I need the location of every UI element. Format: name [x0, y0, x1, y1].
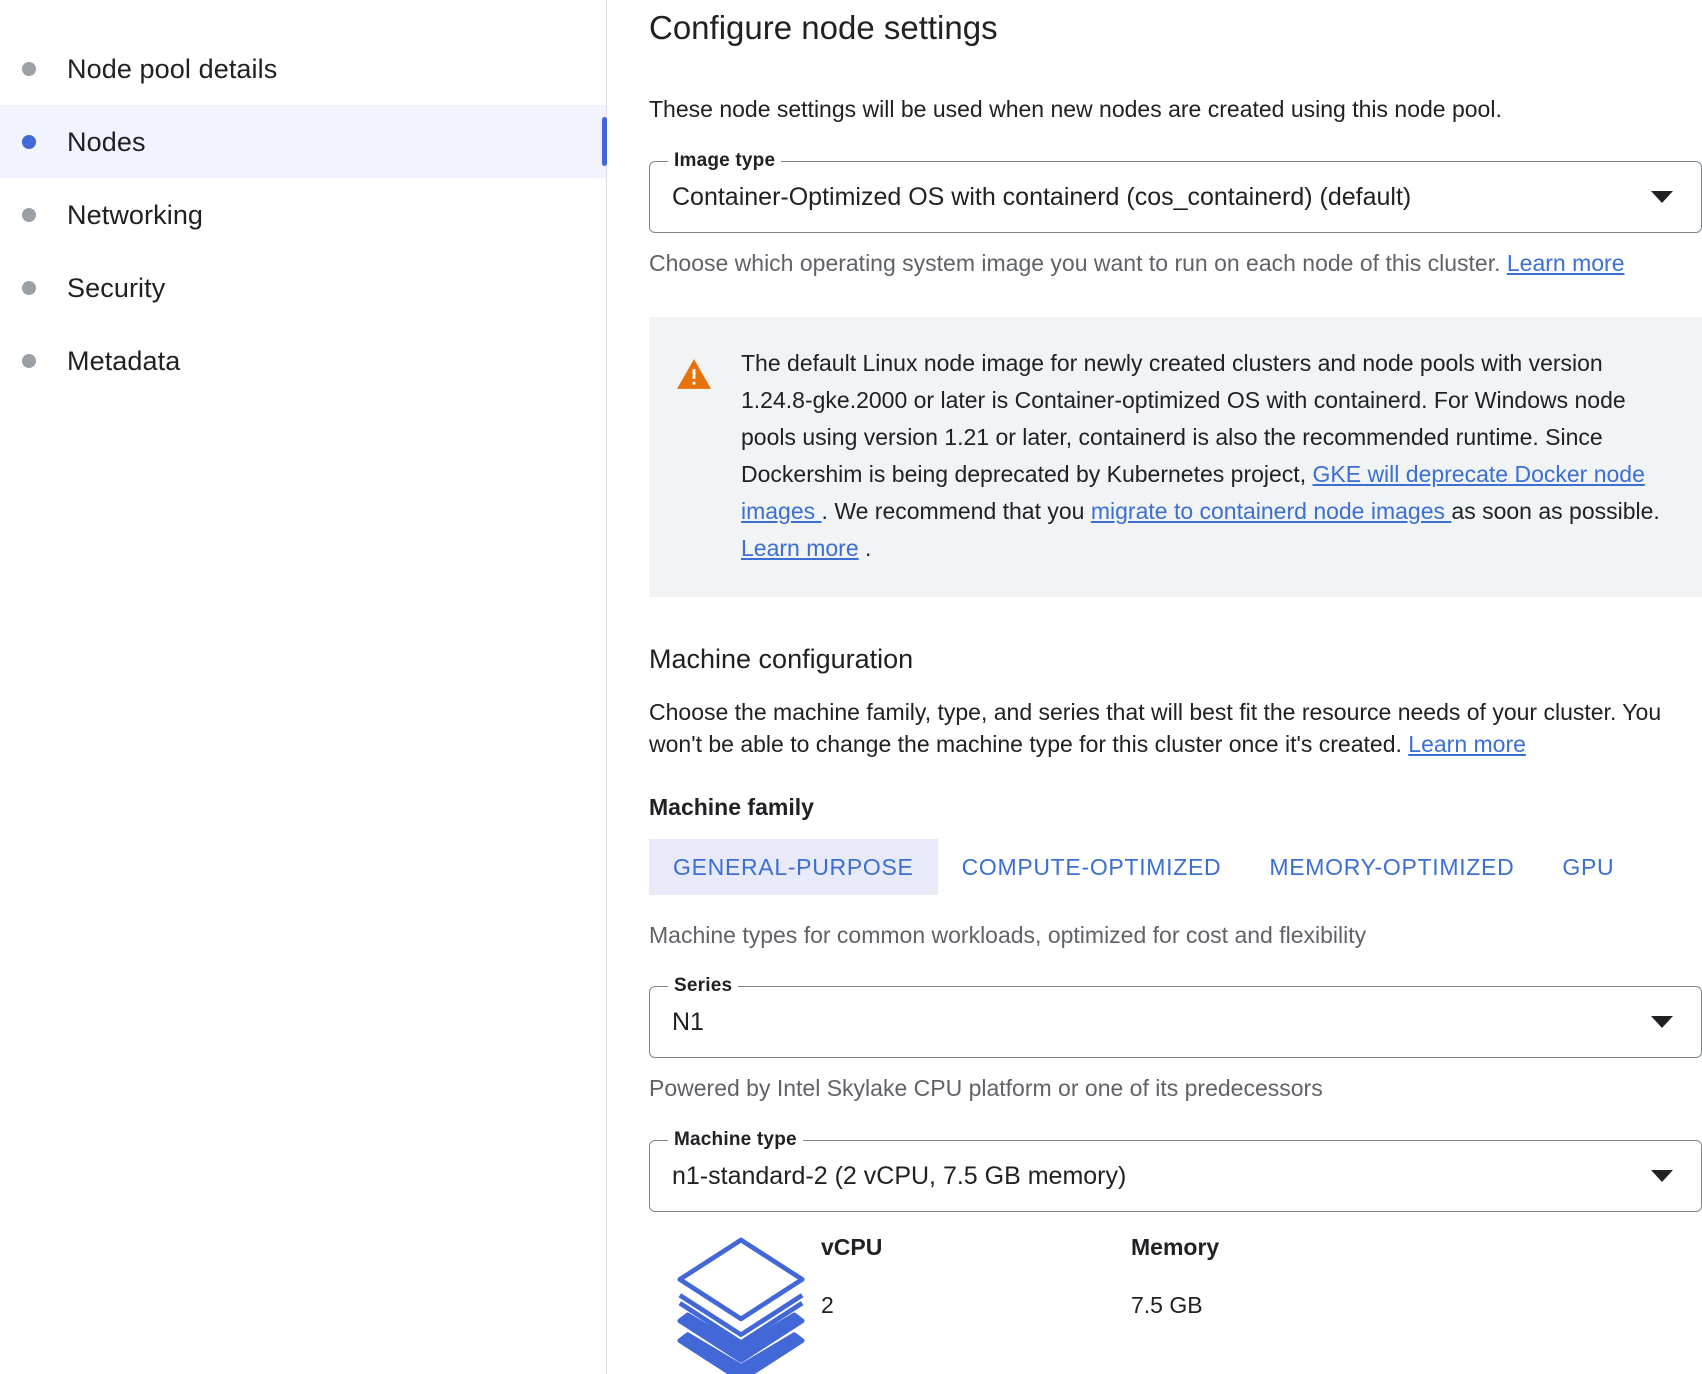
machine-spec-summary: vCPU 2 Memory 7.5 GB	[649, 1232, 1702, 1374]
machine-type-value: n1-standard-2 (2 vCPU, 7.5 GB memory)	[672, 1162, 1127, 1190]
warning-paragraph-3: as soon as possible.	[1451, 498, 1660, 524]
step-dot-icon	[22, 280, 36, 295]
series-helper-text: Powered by Intel Skylake CPU platform or…	[649, 1075, 1323, 1101]
memory-column: Memory 7.5 GB	[1131, 1232, 1219, 1320]
sidebar-item-label: Networking	[67, 199, 204, 230]
sidebar-item-label: Security	[67, 272, 166, 303]
image-type-legend: Image type	[668, 150, 782, 172]
migrate-containerd-link[interactable]: migrate to containerd node images	[1091, 498, 1452, 524]
memory-header: Memory	[1131, 1234, 1220, 1260]
sidebar-item-security[interactable]: Security	[0, 251, 606, 324]
memory-value: 7.5 GB	[1131, 1292, 1203, 1318]
step-dot-icon	[22, 207, 36, 222]
warning-triangle-icon	[677, 345, 711, 567]
series-value: N1	[672, 1008, 704, 1036]
sidebar-item-networking[interactable]: Networking	[0, 178, 606, 251]
step-dot-icon	[22, 134, 36, 149]
vcpu-header: vCPU	[821, 1234, 883, 1260]
deprecation-warning-banner: The default Linux node image for newly c…	[649, 317, 1702, 597]
chevron-down-icon[interactable]	[1651, 1016, 1673, 1028]
machine-configuration-description: Choose the machine family, type, and ser…	[649, 696, 1702, 760]
image-type-learn-more-link[interactable]: Learn more	[1507, 250, 1625, 276]
image-type-select[interactable]: Image type Container-Optimized OS with c…	[649, 150, 1702, 233]
chevron-down-icon[interactable]	[1651, 1170, 1673, 1182]
series-legend: Series	[668, 975, 739, 997]
sidebar-item-label: Nodes	[67, 126, 146, 157]
deprecation-warning-text: The default Linux node image for newly c…	[741, 345, 1672, 567]
series-select[interactable]: Series N1	[649, 975, 1702, 1058]
step-dot-icon	[22, 353, 36, 368]
stacked-layers-icon	[671, 1232, 821, 1374]
warning-learn-more-link[interactable]: Learn more	[741, 535, 859, 561]
tab-gpu[interactable]: GPU	[1538, 839, 1638, 895]
vcpu-column: vCPU 2	[821, 1232, 1131, 1320]
machine-configuration-title: Machine configuration	[649, 644, 914, 674]
sidebar-item-label: Node pool details	[67, 53, 278, 84]
machine-family-note: Machine types for common workloads, opti…	[649, 922, 1367, 948]
image-type-helper-text: Choose which operating system image you …	[649, 247, 1702, 279]
chevron-down-icon[interactable]	[1651, 191, 1673, 203]
tab-memory-optimized[interactable]: MEMORY-OPTIMIZED	[1245, 839, 1538, 895]
warning-paragraph-4: .	[858, 535, 872, 561]
warning-paragraph-2: . We recommend that you	[821, 498, 1091, 524]
machine-type-legend: Machine type	[668, 1129, 803, 1151]
step-dot-icon	[22, 61, 36, 76]
vcpu-value: 2	[821, 1292, 834, 1318]
machine-family-label: Machine family	[649, 794, 814, 820]
page-intro-text: These node settings will be used when ne…	[649, 96, 1502, 122]
machine-type-select[interactable]: Machine type n1-standard-2 (2 vCPU, 7.5 …	[649, 1129, 1702, 1212]
sidebar-item-metadata[interactable]: Metadata	[0, 324, 606, 397]
tab-general-purpose[interactable]: GENERAL-PURPOSE	[649, 839, 938, 895]
node-pool-wizard: Node pool details Nodes Networking Secur…	[0, 0, 1702, 1374]
sidebar-item-node-pool-details[interactable]: Node pool details	[0, 32, 606, 105]
page-title: Configure node settings	[649, 9, 998, 46]
machine-config-learn-more-link[interactable]: Learn more	[1408, 731, 1526, 757]
image-type-helper-prefix: Choose which operating system image you …	[649, 250, 1507, 276]
wizard-step-sidebar: Node pool details Nodes Networking Secur…	[0, 0, 607, 1374]
tab-compute-optimized[interactable]: COMPUTE-OPTIMIZED	[938, 839, 1246, 895]
node-settings-panel: Configure node settings These node setti…	[607, 0, 1702, 1374]
machine-family-tabs: GENERAL-PURPOSE COMPUTE-OPTIMIZED MEMORY…	[649, 839, 1702, 895]
image-type-value: Container-Optimized OS with containerd (…	[672, 183, 1412, 211]
sidebar-item-nodes[interactable]: Nodes	[0, 105, 607, 178]
sidebar-item-label: Metadata	[67, 345, 181, 376]
